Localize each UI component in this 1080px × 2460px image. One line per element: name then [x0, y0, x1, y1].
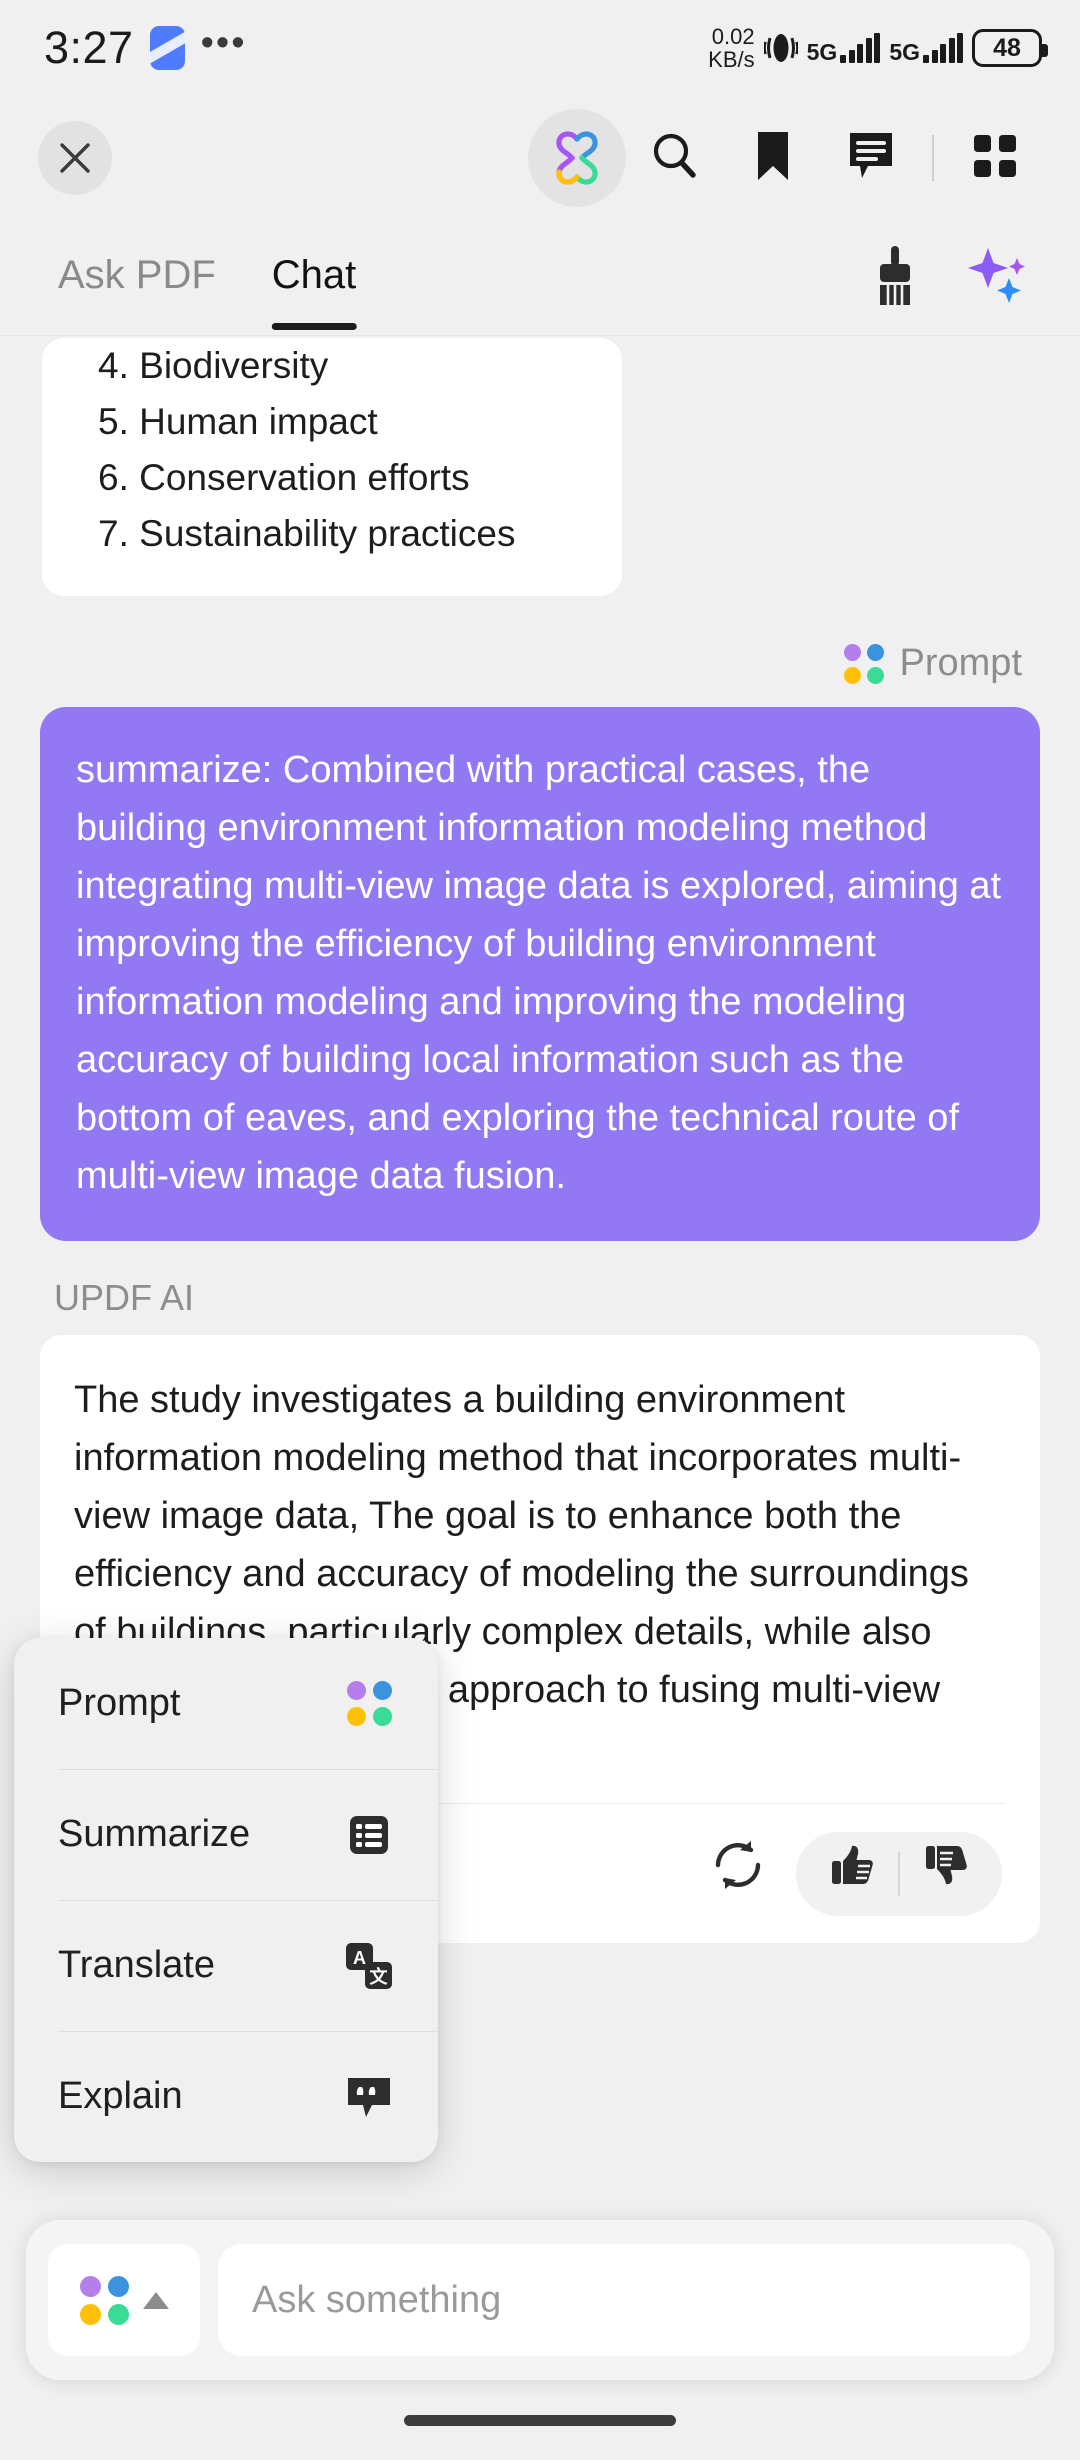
four-dot-prompt-icon [79, 2275, 129, 2325]
menu-item-translate[interactable]: Translate A 文 [14, 1900, 438, 2031]
app-root: 3:27 ••• 0.02 KB/s 5G 5G 48 Ask PDF Chat… [0, 0, 1080, 2460]
menu-item-label: Explain [58, 2075, 183, 2117]
ask-input-field[interactable]: Ask something [218, 2244, 1030, 2356]
bookmark-icon [755, 130, 791, 187]
home-indicator-area [26, 2380, 1054, 2460]
status-bar-right: 0.02 KB/s 5G 5G 48 [708, 25, 1048, 71]
list-item: 7. Sustainability practices [98, 513, 516, 554]
sim1-network-label: 5G [806, 39, 838, 65]
grid-menu-icon [971, 132, 1019, 185]
ai-sender-label: UPDF AI [54, 1277, 195, 1318]
sim1-signal: 5G [806, 33, 881, 65]
status-overflow-dots: ••• [200, 21, 247, 64]
battery-indicator: 48 [972, 29, 1048, 67]
ask-input-placeholder: Ask something [252, 2278, 502, 2321]
prompt-label: Prompt [899, 642, 1022, 684]
prompt-label-row: Prompt [40, 642, 1040, 685]
refresh-icon [710, 1841, 766, 1902]
bottom-input-wrap: Ask something [0, 2220, 1080, 2460]
brush-icon [872, 246, 918, 310]
thumbs-up-icon [829, 1842, 875, 1905]
network-speed-value: 0.02 [711, 24, 755, 49]
bookmark-button[interactable] [724, 109, 822, 207]
ai-assistant-button[interactable] [964, 244, 1026, 311]
menu-item-explain[interactable]: Explain [14, 2031, 438, 2162]
network-speed-unit: KB/s [708, 47, 755, 72]
search-icon [649, 130, 701, 187]
sim1-signal-bars [840, 33, 881, 63]
menu-item-prompt[interactable]: Prompt [14, 1638, 438, 1769]
quote-bubble-explain-icon [342, 2070, 396, 2124]
updf-ai-flower-icon [550, 131, 604, 185]
chat-input-bar: Ask something [26, 2220, 1054, 2380]
list-item: 4. Biodiversity [98, 345, 329, 386]
quick-action-menu: Prompt Summarize Translate A 文 Explain [14, 1638, 438, 2162]
caret-up-icon [142, 2291, 169, 2309]
outline-list: 4. Biodiversity 5. Human impact 6. Conse… [42, 338, 622, 562]
like-button[interactable] [806, 1832, 898, 1916]
vibrate-icon [763, 27, 798, 69]
tab-ask-pdf[interactable]: Ask PDF [58, 253, 216, 302]
status-time: 3:27 [44, 22, 134, 73]
feedback-pill [796, 1831, 1002, 1916]
mode-tabs: Ask PDF Chat [0, 220, 1080, 336]
mode-selector-button[interactable] [48, 2244, 200, 2356]
sparkle-icon [964, 248, 1026, 310]
sim2-network-label: 5G [889, 39, 920, 65]
svg-text:A: A [353, 1948, 366, 1968]
grid-menu-button[interactable] [946, 109, 1044, 207]
translate-icon: A 文 [342, 1939, 396, 1993]
toolbar-actions [528, 109, 1044, 207]
menu-item-label: Summarize [58, 1813, 251, 1855]
network-speed: 0.02 KB/s [708, 25, 754, 71]
sim2-signal: 5G [889, 33, 963, 65]
four-dot-prompt-icon [342, 1677, 396, 1731]
status-bar: 3:27 ••• 0.02 KB/s 5G 5G 48 [0, 0, 1080, 96]
battery-percent: 48 [993, 33, 1021, 62]
close-button[interactable] [38, 121, 112, 195]
toolbar-divider [932, 135, 934, 181]
svg-text:文: 文 [370, 1966, 389, 1987]
outline-card: 4. Biodiversity 5. Human impact 6. Conse… [42, 338, 622, 596]
clear-chat-button[interactable] [872, 244, 918, 311]
comment-button[interactable] [822, 109, 920, 207]
top-toolbar [0, 96, 1080, 220]
app-badge-icon [149, 26, 185, 70]
tab-chat[interactable]: Chat [272, 253, 357, 302]
user-message-bubble: summarize: Combined with practical cases… [40, 707, 1040, 1241]
list-item: 5. Human impact [98, 401, 378, 442]
list-summarize-icon [342, 1808, 396, 1862]
sim2-signal-bars [923, 33, 963, 63]
home-indicator[interactable] [404, 2414, 676, 2426]
comment-icon [846, 130, 896, 187]
regenerate-button[interactable] [710, 1837, 766, 1910]
updf-ai-button[interactable] [528, 109, 626, 207]
four-dot-prompt-icon [843, 643, 884, 684]
status-bar-left: 3:27 ••• [44, 22, 247, 74]
dislike-button[interactable] [900, 1832, 992, 1916]
thumbs-down-icon [923, 1842, 969, 1905]
menu-item-label: Prompt [58, 1682, 181, 1724]
menu-item-label: Translate [58, 1944, 215, 1986]
search-button[interactable] [626, 109, 724, 207]
tabs-actions [872, 244, 1040, 311]
menu-item-summarize[interactable]: Summarize [14, 1769, 438, 1900]
list-item: 6. Conservation efforts [98, 457, 470, 498]
